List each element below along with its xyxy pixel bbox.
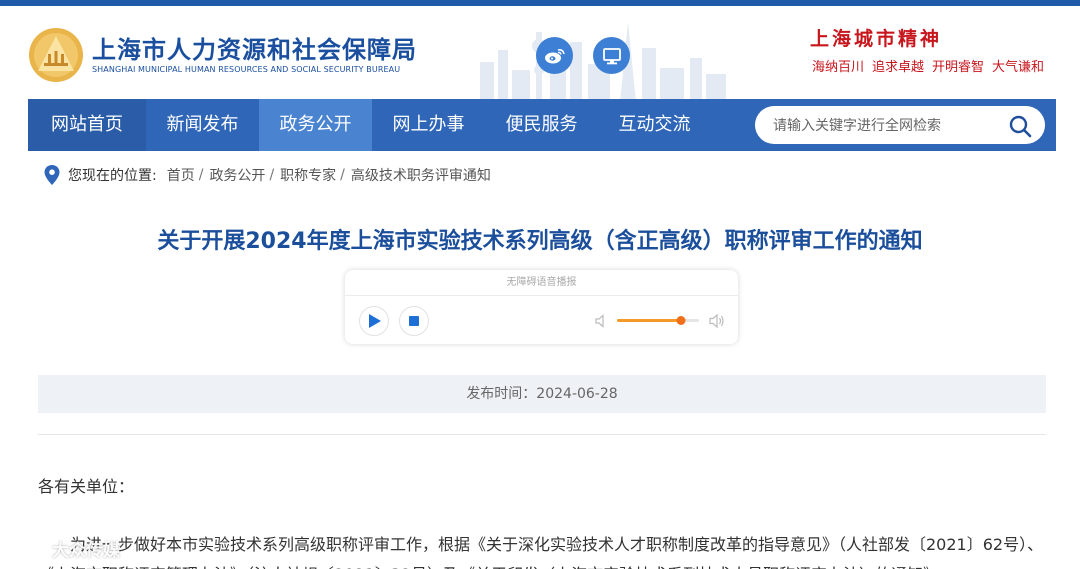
breadcrumb-title-experts[interactable]: 职称专家 [280,165,336,185]
bureau-logo [29,28,83,82]
breadcrumb-separator: / [269,167,275,183]
city-spirit-phrase: 追求卓越 [872,60,925,75]
site-title-english: SHANGHAI MUNICIPAL HUMAN RESOURCES AND S… [92,65,401,74]
volume-handle[interactable] [676,316,686,325]
city-spirit-phrase: 开明睿智 [932,60,985,75]
volume-high-icon [709,313,724,329]
city-spirit-phrase: 大气谦和 [992,60,1045,75]
site-header: 上海市人力资源和社会保障局 SHANGHAI MUNICIPAL HUMAN R… [0,6,1080,99]
article-paragraph: 为进一步做好本市实验技术系列高级职称评审工作，根据《关于深化实验技术人才职称制度… [38,535,1044,569]
publish-date: 发布时间：2024-06-28 [38,375,1046,413]
city-spirit-title: 上海城市精神 [810,28,943,50]
search-input[interactable] [773,106,1003,144]
watermark-logo-icon [9,539,45,557]
site-title: 上海市人力资源和社会保障局 [92,36,417,64]
desktop-version-button[interactable] [593,37,630,74]
volume-level [617,319,681,322]
audio-player: 无障碍语音播报 [345,270,738,344]
stop-icon [409,316,419,326]
media-watermark: 大众传媒 [8,534,120,562]
desktop-icon [602,47,621,64]
nav-interaction[interactable]: 互动交流 [598,99,711,151]
audio-player-heading: 无障碍语音播报 [345,270,738,296]
play-icon [369,314,381,328]
watermark-text: 大众传媒 [52,540,120,561]
weibo-icon [544,48,565,63]
city-spirit-phrases: 海纳百川 追求卓越 开明睿智 大气谦和 [812,56,1052,75]
article-salutation: 各有关单位： [38,477,135,496]
breadcrumb-home[interactable]: 首页 [167,165,195,185]
breadcrumb-current[interactable]: 高级技术职务评审通知 [351,165,491,185]
nav-convenience-services[interactable]: 便民服务 [485,99,598,151]
breadcrumb-label: 您现在的位置: [68,168,157,184]
search-icon[interactable] [1008,114,1032,138]
breadcrumb-separator: / [340,167,345,183]
play-button[interactable] [359,306,389,336]
nav-online-services[interactable]: 网上办事 [372,99,485,151]
volume-low-icon [595,314,604,328]
article-title: 关于开展2024年度上海市实验技术系列高级（含正高级）职称评审工作的通知 [157,229,923,254]
volume-slider[interactable] [617,316,699,325]
breadcrumb-separator: / [198,167,204,183]
nav-news[interactable]: 新闻发布 [146,99,259,151]
weibo-button[interactable] [536,37,573,74]
stop-button[interactable] [399,306,429,336]
city-spirit-phrase: 海纳百川 [812,60,865,75]
breadcrumb: 您现在的位置: 首页 / 政务公开 / 职称专家 / 高级技术职务评审通知 [44,164,491,186]
content-divider [38,434,1046,435]
nav-government-affairs[interactable]: 政务公开 [259,99,372,151]
nav-home[interactable]: 网站首页 [28,99,146,151]
main-navigation: 网站首页 新闻发布 政务公开 网上办事 便民服务 互动交流 [28,99,1056,151]
location-pin-icon [44,165,60,185]
breadcrumb-government-affairs[interactable]: 政务公开 [209,165,265,185]
search-box [755,106,1045,144]
